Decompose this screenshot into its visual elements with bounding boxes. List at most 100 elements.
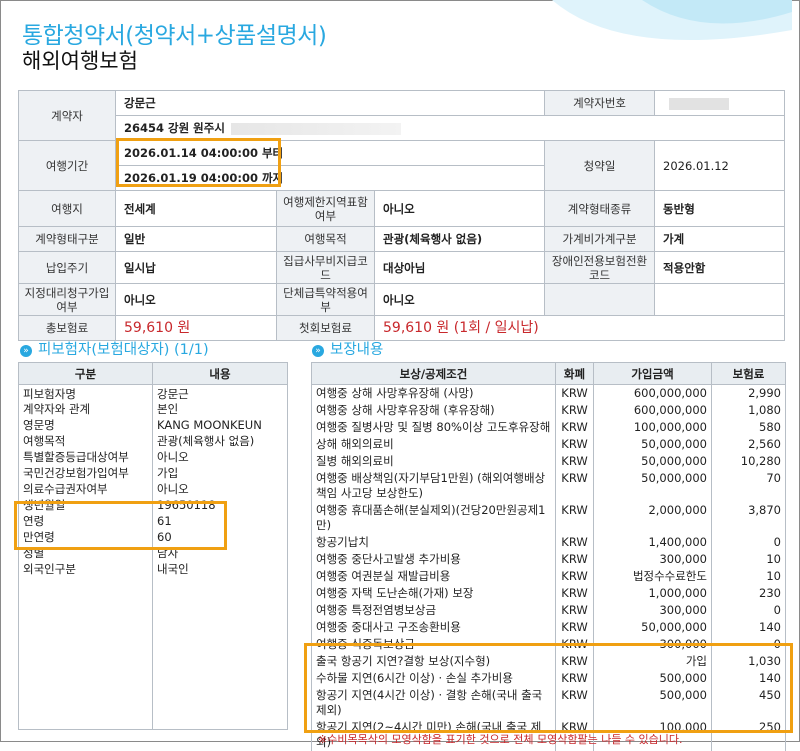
coverage-row: 수하물 지연(6시간 이상) · 손실 추가비용 KRW 500,000 140 (311, 670, 786, 687)
insured-row-label: 영문명 (18, 417, 153, 433)
group-code-label: 집급사무비지급코드 (276, 251, 375, 284)
coverage-currency: KRW (555, 551, 594, 568)
insured-row: 만연령 60 (18, 529, 288, 545)
coverage-amount: 600,000,000 (593, 384, 712, 402)
coverage-row: 여행중 배상책임(자기부담1만원) (해외여행배상책임 사고당 보상한도) KRW… (311, 470, 786, 502)
period-end: 2026.01.19 04:00:00 까지 (114, 165, 546, 191)
insured-row-value: 강문근 (152, 384, 288, 401)
chevron-right-icon: » (312, 345, 324, 357)
coverage-row: 상해 해외의료비 KRW 50,000,000 2,560 (311, 436, 786, 453)
insured-row-label: 의료수급권자여부 (18, 481, 153, 497)
insured-row: 연령 61 (18, 513, 288, 529)
coverage-row: 여행중 중단사고발생 추가비용 KRW 300,000 10 (311, 551, 786, 568)
insured-row-label: 국민건강보험가입여부 (18, 465, 153, 481)
contract-info-table: 계약자 강문근 계약자번호 26454 강원 원주시 여행기간 2026.01.… (18, 90, 786, 341)
coverage-currency: KRW (555, 670, 594, 687)
coverage-premium: 450 (711, 687, 786, 719)
family-class: 가계 (654, 226, 786, 252)
insured-row-label: 계약자와 관계 (18, 401, 153, 417)
coverage-name: 여행중 휴대품손해(분실제외)(건당20만원공제1만) (311, 502, 556, 534)
coverage-amount: 1,000,000 (593, 585, 712, 602)
pay-cycle-label: 납입주기 (18, 251, 116, 284)
empty-value-cell (654, 283, 786, 316)
coverage-row: 여행중 중대사고 구조송환비용 KRW 50,000,000 140 (311, 619, 786, 636)
insured-col-item: 구분 (18, 362, 153, 385)
contract-type: 동반형 (654, 190, 786, 227)
coverage-col-amount: 가입금액 (593, 362, 712, 385)
coverage-row: 여행중 식중독보상금 KRW 300,000 0 (311, 636, 786, 653)
coverage-premium: 2,560 (711, 436, 786, 453)
coverage-amount: 100,000,000 (593, 419, 712, 436)
total-premium-label: 총보험료 (18, 315, 116, 341)
coverage-name: 여행중 특정전염병보상금 (311, 602, 556, 619)
coverage-amount: 2,000,000 (593, 502, 712, 534)
coverage-row: 여행중 특정전염병보상금 KRW 300,000 0 (311, 602, 786, 619)
insured-section-heading: » 피보험자(보험대상자) (1/1) (20, 338, 209, 359)
agent: 아니오 (115, 283, 277, 316)
coverage-premium: 1,080 (711, 402, 786, 419)
coverage-row: 여행중 자택 도난손해(가재) 보장 KRW 1,000,000 230 (311, 585, 786, 602)
destination-label: 여행지 (18, 190, 116, 227)
contract-class-label: 계약형태구분 (18, 226, 116, 252)
coverage-amount: 법정수수료한도 (593, 568, 712, 585)
insured-row-label: 생년월일 (18, 497, 153, 513)
coverage-premium: 2,990 (711, 384, 786, 402)
coverage-row: 질병 해외의료비 KRW 50,000,000 10,280 (311, 453, 786, 470)
coverage-row: 여행중 휴대품손해(분실제외)(건당20만원공제1만) KRW 2,000,000 3… (311, 502, 786, 534)
coverage-premium: 1,030 (711, 653, 786, 670)
coverage-row: 여행중 질병사망 및 질병 80%이상 고도후유장해 KRW 100,000,000… (311, 419, 786, 436)
agent-label: 지정대리청구가입여부 (18, 283, 116, 316)
coverage-premium: 140 (711, 619, 786, 636)
coverage-row: 여행중 상해 사망후유장해 (사망) KRW 600,000,000 2,990 (311, 384, 786, 402)
coverage-amount: 50,000,000 (593, 453, 712, 470)
coverage-amount: 1,400,000 (593, 534, 712, 551)
destination: 전세계 (115, 190, 277, 227)
coverage-currency: KRW (555, 436, 594, 453)
coverage-amount: 300,000 (593, 636, 712, 653)
coverage-name: 여행중 중단사고발생 추가비용 (311, 551, 556, 568)
coverage-amount: 600,000,000 (593, 402, 712, 419)
insured-row-value: 관광(체육행사 없음) (152, 433, 288, 449)
insured-row-value: 본인 (152, 401, 288, 417)
insured-row-value: 61 (152, 513, 288, 529)
disabled-label: 장애인전용보험전환코드 (544, 251, 656, 284)
insured-row-value: 가입 (152, 465, 288, 481)
coverage-premium: 3,870 (711, 502, 786, 534)
coverage-amount: 50,000,000 (593, 470, 712, 502)
insured-row-label: 특별할증등급대상여부 (18, 449, 153, 465)
apply-date: 2026.01.12 (654, 140, 786, 191)
contractor-no-label: 계약자번호 (544, 90, 656, 116)
disabled: 적용안함 (654, 251, 786, 284)
coverage-name: 여행중 중대사고 구조송환비용 (311, 619, 556, 636)
insured-col-content: 내용 (152, 362, 288, 385)
address-text: 26454 강원 원주시 (124, 121, 225, 135)
restricted-label: 여행제한지역표함여부 (276, 190, 375, 227)
address-redacted (230, 122, 401, 135)
purpose-label: 여행목적 (276, 226, 375, 252)
coverage-amount: 500,000 (593, 687, 712, 719)
coverage-name: 여행중 상해 사망후유장해 (사망) (311, 384, 556, 402)
coverage-premium: 10 (711, 551, 786, 568)
coverage-currency: KRW (555, 470, 594, 502)
insured-row: 국민건강보험가입여부 가입 (18, 465, 288, 481)
coverage-currency: KRW (555, 653, 594, 670)
coverage-premium: 580 (711, 419, 786, 436)
insured-row-value: 19650118 (152, 497, 288, 513)
coverage-row: 여행중 상해 사망후유장해 (후유장해) KRW 600,000,000 1,080 (311, 402, 786, 419)
coverage-currency: KRW (555, 568, 594, 585)
apply-date-label: 청약일 (544, 140, 656, 191)
coverage-name: 질병 해외의료비 (311, 453, 556, 470)
coverage-currency: KRW (555, 419, 594, 436)
contractor-label: 계약자 (18, 90, 116, 141)
coverage-currency: KRW (555, 585, 594, 602)
insured-row-label: 피보험자명 (18, 384, 153, 401)
coverage-footnote: ※수비목목삭의 모영삭함을 표기한 것으로 전체 모영삭함팔는 나들 수 있습니… (318, 733, 683, 746)
coverage-name: 출국 항공기 지연?결항 보상(지수형) (311, 653, 556, 670)
insured-row-value: 60 (152, 529, 288, 545)
restricted: 아니오 (373, 190, 546, 227)
insured-row: 피보험자명 강문근 (18, 384, 288, 401)
insured-row-label: 여행목적 (18, 433, 153, 449)
first-premium: 59,610 원 (1회 / 일시납) (383, 320, 539, 336)
coverage-name: 여행중 배상책임(자기부담1만원) (해외여행배상책임 사고당 보상한도) (311, 470, 556, 502)
insured-row-value: 내국인 (152, 561, 288, 577)
